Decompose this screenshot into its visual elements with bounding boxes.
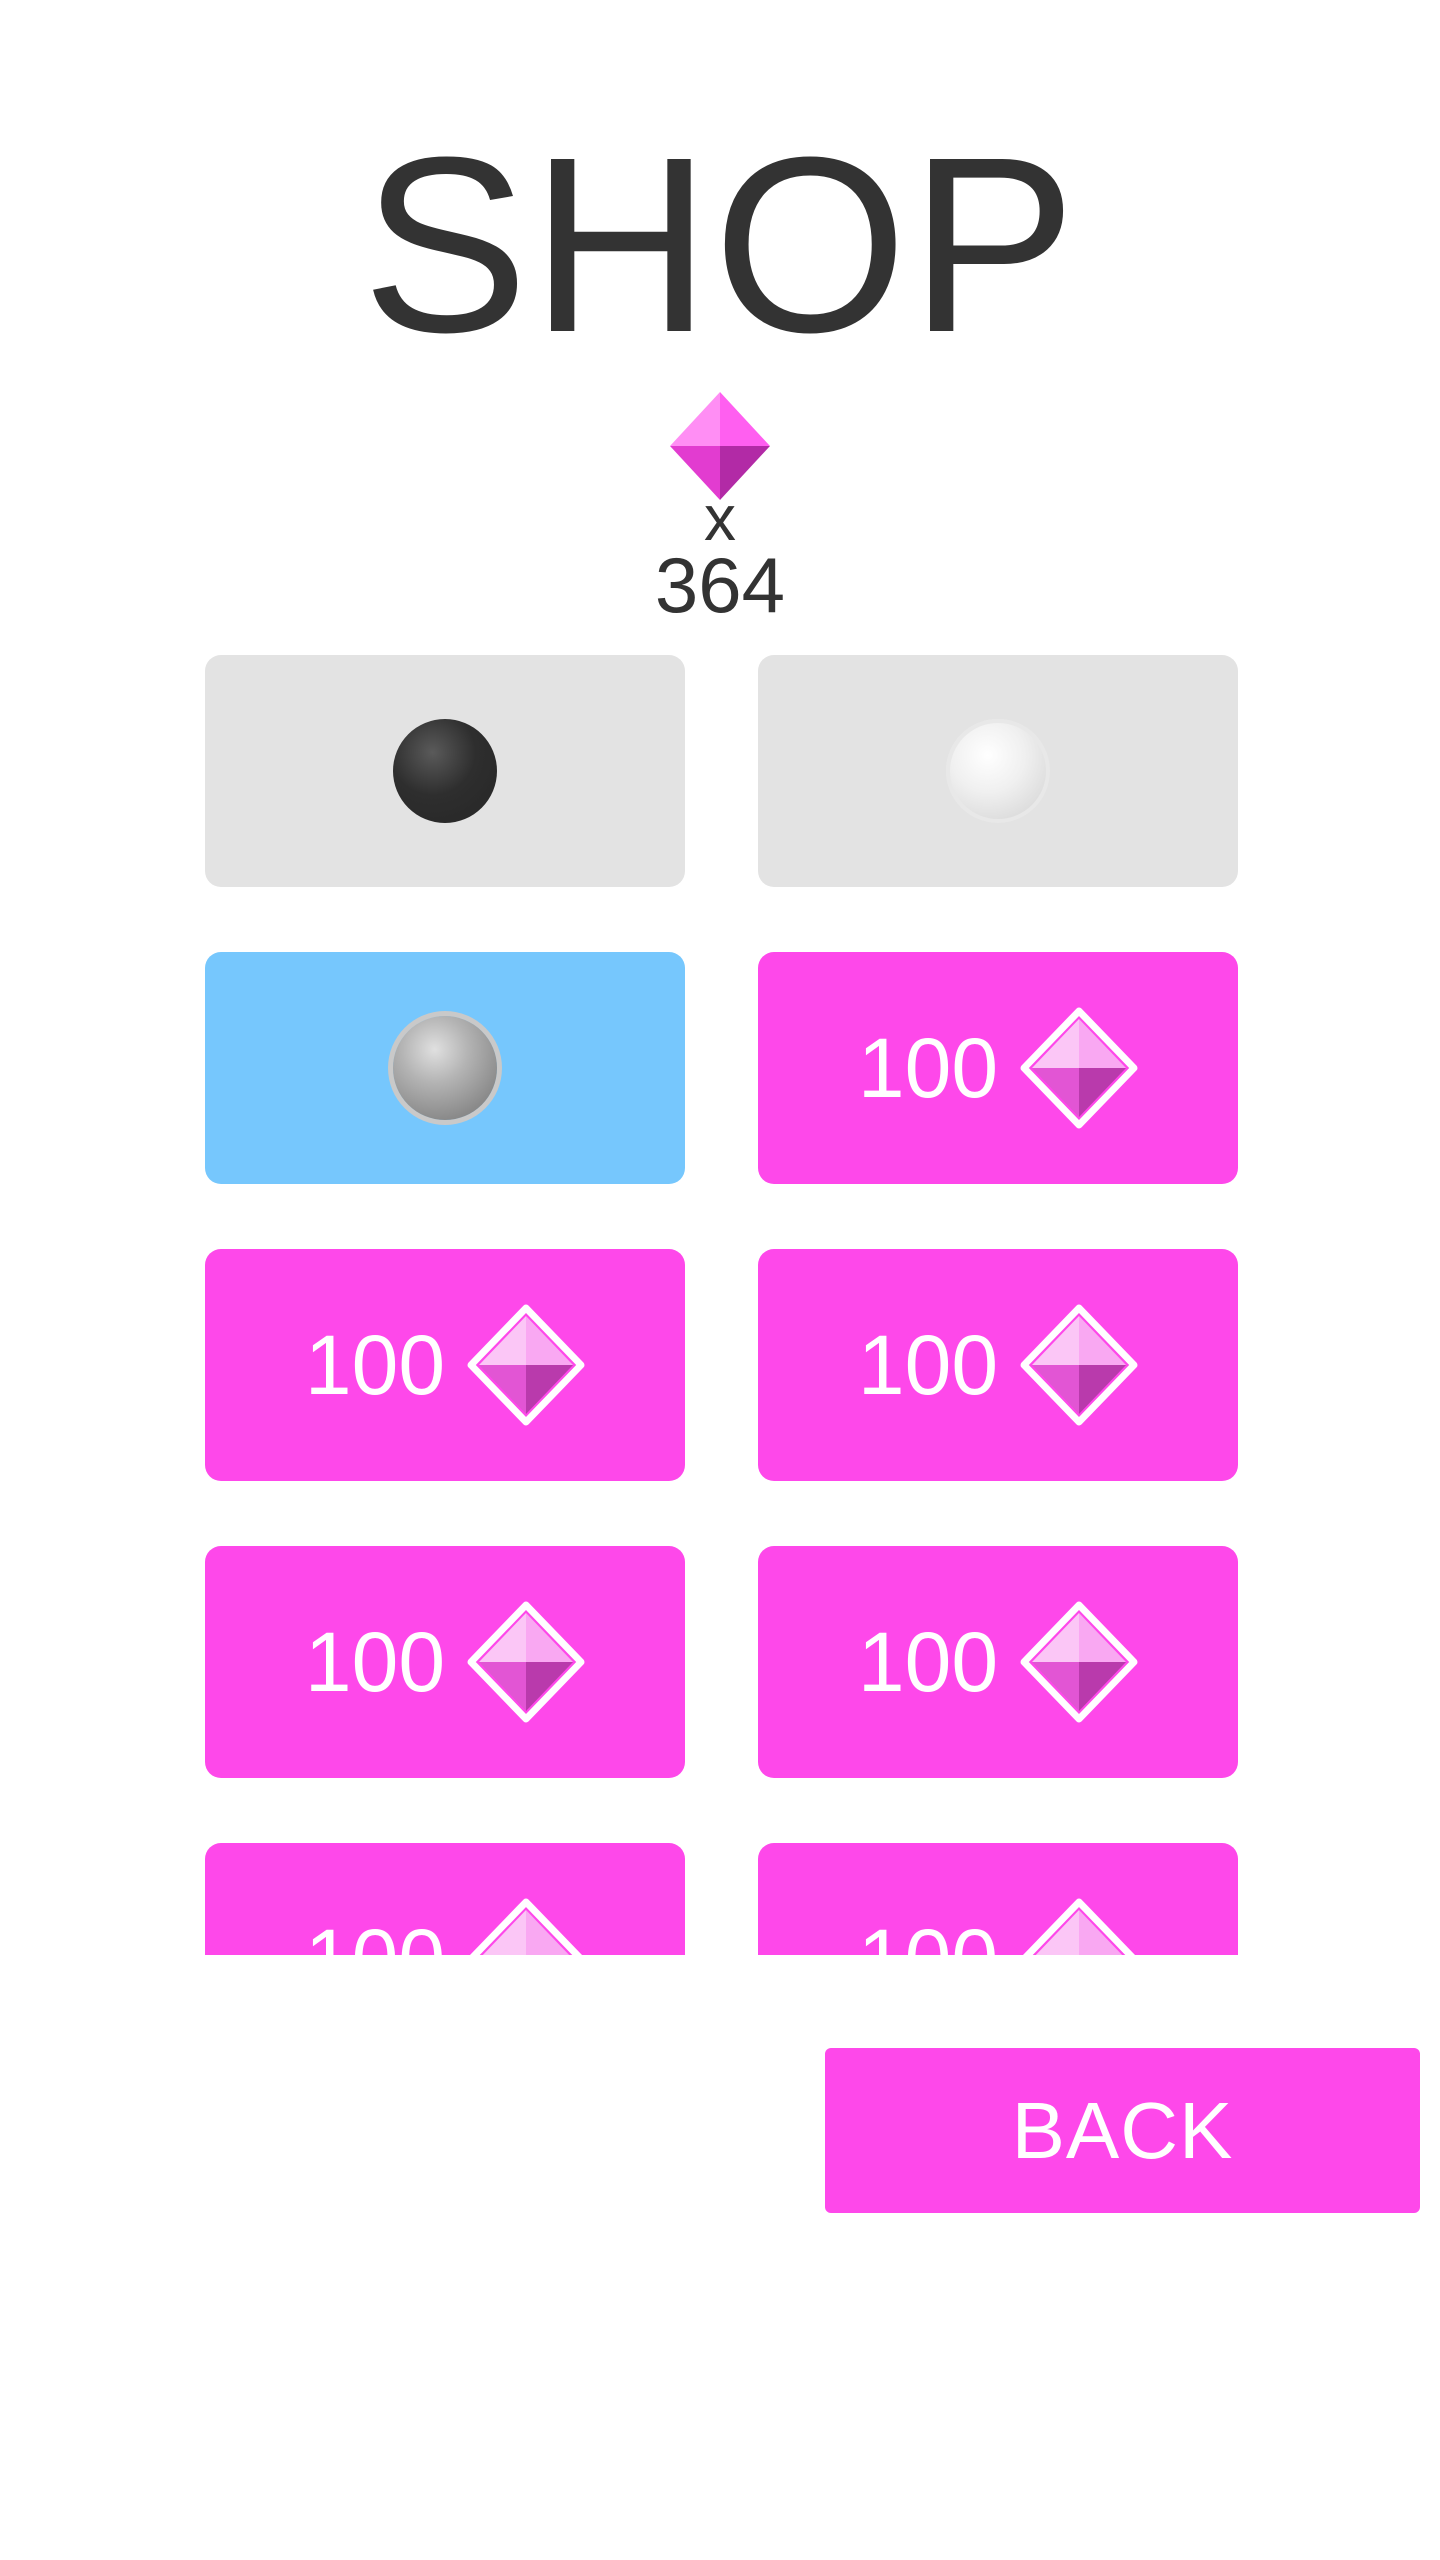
price-tag: 100 [858,1007,1138,1129]
price-text: 100 [857,1615,999,1709]
shop-item-locked[interactable]: 100 [758,1546,1238,1778]
shop-item-locked[interactable]: 100 [758,1843,1238,1955]
price-text: 100 [857,1021,999,1115]
price-tag: 100 [305,1304,585,1426]
shop-item-black-ball[interactable] [205,655,685,887]
gem-icon [1023,1898,1136,1955]
price-tag: 100 [305,1601,585,1723]
shop-title: SHOP [361,105,1079,384]
price-text: 100 [858,1914,998,1955]
back-button[interactable]: BACK [825,2048,1420,2213]
gem-icon [1020,1601,1138,1723]
shop-item-locked[interactable]: 100 [758,1249,1238,1481]
gem-multiplier: x [704,482,736,554]
silver-ball-icon [393,1016,497,1120]
gem-icon [1020,1304,1138,1426]
black-ball-icon [393,719,497,823]
price-text: 100 [304,1615,446,1709]
gem-icon [467,1601,585,1723]
price-tag: 100 [858,1304,1138,1426]
gem-icon [470,1898,583,1955]
shop-item-locked[interactable]: 100 [205,1249,685,1481]
price-tag: 100 [305,1898,585,1955]
shop-item-white-ball[interactable] [758,655,1238,887]
price-tag: 100 [858,1898,1138,1955]
shop-item-list[interactable]: 100 100 100 100 100 [205,655,1240,1955]
price-text: 100 [304,1318,446,1412]
gem-icon [467,1304,585,1426]
price-text: 100 [305,1914,445,1955]
shop-item-locked[interactable]: 100 [758,952,1238,1184]
gem-count: 364 [654,541,786,629]
price-text: 100 [857,1318,999,1412]
shop-item-locked[interactable]: 100 [205,1546,685,1778]
shop-item-grid: 100 100 100 100 100 [205,655,1240,1955]
shop-item-locked[interactable]: 100 [205,1843,685,1955]
shop-item-silver-ball[interactable] [205,952,685,1184]
price-tag: 100 [858,1601,1138,1723]
white-ball-icon [946,719,1050,823]
gem-icon [1020,1007,1138,1129]
